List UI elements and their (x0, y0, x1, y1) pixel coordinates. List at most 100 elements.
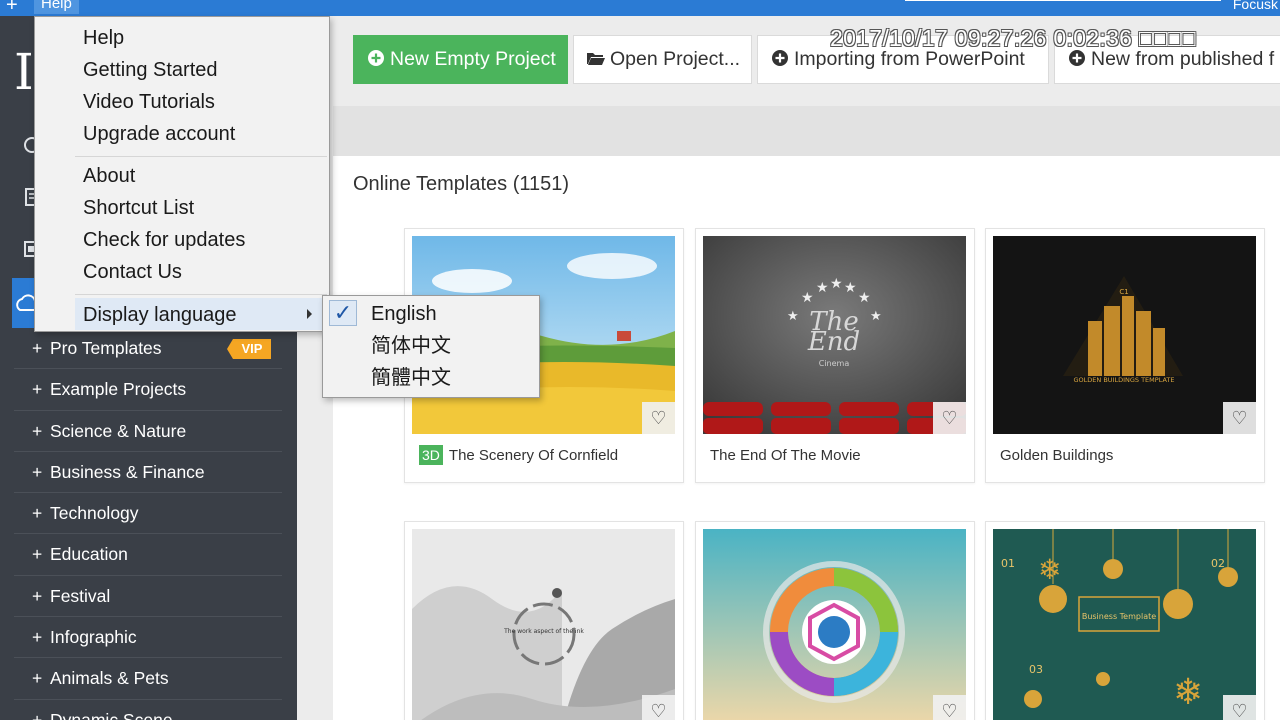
category-label: Pro Templates (50, 338, 162, 358)
expand-icon: + (32, 709, 43, 720)
template-thumbnail[interactable]: GOLDEN BUILDINGS TEMPLATE C1 (993, 236, 1256, 434)
menu-separator (75, 294, 327, 295)
category-science-nature[interactable]: + Science & Nature (14, 411, 282, 452)
favorite-heart-icon[interactable]: ♡ (1223, 695, 1256, 720)
button-label: Open Project... (610, 48, 741, 70)
thumb-text: GOLDEN BUILDINGS TEMPLATE (1074, 376, 1175, 384)
svg-text:★: ★ (787, 309, 799, 324)
menu-item-display-language[interactable]: Display language (83, 299, 236, 331)
category-label: Animals & Pets (50, 668, 169, 689)
menu-item-help[interactable]: Help (83, 22, 124, 54)
category-dynamic-scene[interactable]: + Dynamic Scene (14, 700, 282, 720)
category-label: Festival (50, 585, 111, 606)
thumb-text: Business Template (1082, 612, 1156, 621)
svg-text:★: ★ (870, 309, 882, 324)
template-title: 3D The Scenery Of Cornfield (419, 445, 618, 467)
expand-icon: + (32, 627, 43, 648)
app-name: Focusk (1232, 0, 1278, 12)
expand-icon: + (32, 461, 43, 482)
template-thumbnail[interactable]: Business Template 01 02 03 ❄ ❄ (993, 529, 1256, 720)
expand-icon: + (32, 379, 43, 400)
expand-icon: + (32, 668, 43, 689)
menu-item-upgrade-account[interactable]: Upgrade account (83, 118, 235, 150)
favorite-heart-icon[interactable]: ♡ (642, 695, 675, 720)
template-thumbnail[interactable]: ★ ★ ★ ★ ★ ★ ★ The End Cinema (703, 236, 966, 434)
category-business-finance[interactable]: + Business & Finance (14, 452, 282, 494)
button-label: New Empty Project (390, 48, 556, 70)
favorite-heart-icon[interactable]: ♡ (1223, 402, 1256, 434)
category-label: Science & Nature (50, 420, 187, 441)
plus-circle-icon (366, 36, 386, 83)
submenu-arrow-icon (307, 309, 312, 319)
expand-icon: + (32, 544, 43, 565)
category-technology[interactable]: + Technology (14, 493, 282, 535)
svg-text:❄: ❄ (1173, 672, 1203, 713)
svg-text:★: ★ (816, 280, 829, 296)
logo: I (14, 43, 34, 101)
template-card[interactable]: Business Template 01 02 03 ❄ ❄ ♡ (985, 521, 1265, 720)
thumb-number: 01 (1001, 557, 1015, 570)
vip-badge: VIP (227, 339, 271, 359)
thumb-text: The work aspect of the ink (503, 628, 584, 635)
plus-circle-icon (770, 36, 790, 83)
folder-open-icon (586, 36, 606, 83)
menu-item-about[interactable]: About (83, 160, 135, 192)
svg-text:★: ★ (801, 290, 814, 306)
template-thumbnail[interactable] (703, 529, 966, 720)
title-underline (905, 0, 1221, 1)
favorite-heart-icon[interactable]: ♡ (933, 695, 966, 720)
menu-gutter (35, 17, 75, 331)
template-thumbnail[interactable]: The work aspect of the ink (412, 529, 675, 720)
expand-icon: + (32, 338, 43, 358)
help-dropdown-menu: Help Getting Started Video Tutorials Upg… (34, 16, 330, 332)
category-festival[interactable]: + Festival (14, 576, 282, 618)
menu-separator (75, 156, 327, 157)
language-option-traditional-chinese[interactable]: 簡體中文 (371, 362, 451, 394)
thumb-number: 03 (1029, 663, 1043, 676)
svg-text:★: ★ (844, 280, 857, 296)
category-list: + Pro Templates VIP + Example Projects +… (14, 328, 282, 720)
section-title: Online Templates (1151) (353, 173, 570, 195)
menu-item-contact-us[interactable]: Contact Us (83, 256, 182, 288)
category-label: Example Projects (50, 379, 187, 400)
recording-timestamp: 2017/10/17 09:27:26 0:02:36 □□□□ (830, 25, 1196, 51)
category-example-projects[interactable]: + Example Projects (14, 369, 282, 411)
favorite-heart-icon[interactable]: ♡ (642, 402, 675, 434)
category-animals-pets[interactable]: + Animals & Pets (14, 658, 282, 700)
add-icon[interactable]: + (6, 0, 18, 15)
thumb-number: 02 (1211, 557, 1225, 570)
menu-item-getting-started[interactable]: Getting Started (83, 54, 218, 86)
category-label: Dynamic Scene (50, 709, 173, 720)
template-card[interactable]: ♡ (695, 521, 975, 720)
checkmark-icon: ✓ (329, 300, 357, 326)
template-card[interactable]: ★ ★ ★ ★ ★ ★ ★ The End Cinema ♡ The End O… (695, 228, 975, 483)
menu-item-shortcut-list[interactable]: Shortcut List (83, 192, 194, 224)
filter-strip (333, 106, 1280, 156)
thumb-label: C1 (1119, 288, 1128, 296)
svg-text:★: ★ (858, 290, 871, 306)
category-pro-templates[interactable]: + Pro Templates VIP (14, 328, 282, 370)
open-project-button[interactable]: Open Project... (573, 35, 752, 84)
menu-item-video-tutorials[interactable]: Video Tutorials (83, 86, 215, 118)
expand-icon: + (32, 420, 43, 441)
language-option-english[interactable]: English (371, 298, 437, 330)
template-card[interactable]: GOLDEN BUILDINGS TEMPLATE C1 ♡ Golden Bu… (985, 228, 1265, 483)
favorite-heart-icon[interactable]: ♡ (933, 402, 966, 434)
help-menu-tab[interactable]: Help (34, 0, 79, 14)
category-label: Infographic (50, 627, 137, 648)
new-empty-project-button[interactable]: New Empty Project (353, 35, 568, 84)
template-card[interactable]: The work aspect of the ink ♡ (404, 521, 684, 720)
template-title: The End Of The Movie (710, 447, 861, 464)
category-infographic[interactable]: + Infographic (14, 617, 282, 659)
category-label: Business & Finance (50, 461, 205, 482)
menu-item-check-updates[interactable]: Check for updates (83, 224, 245, 256)
template-title: Golden Buildings (1000, 447, 1114, 464)
template-title-text: The Scenery Of Cornfield (448, 447, 619, 464)
language-option-simplified-chinese[interactable]: 简体中文 (371, 330, 451, 362)
category-education[interactable]: + Education (14, 534, 282, 576)
svg-text:★: ★ (830, 276, 843, 292)
thumb-text: Cinema (819, 359, 850, 368)
svg-text:❄: ❄ (1038, 553, 1061, 586)
category-label: Technology (50, 503, 139, 524)
expand-icon: + (32, 585, 43, 606)
